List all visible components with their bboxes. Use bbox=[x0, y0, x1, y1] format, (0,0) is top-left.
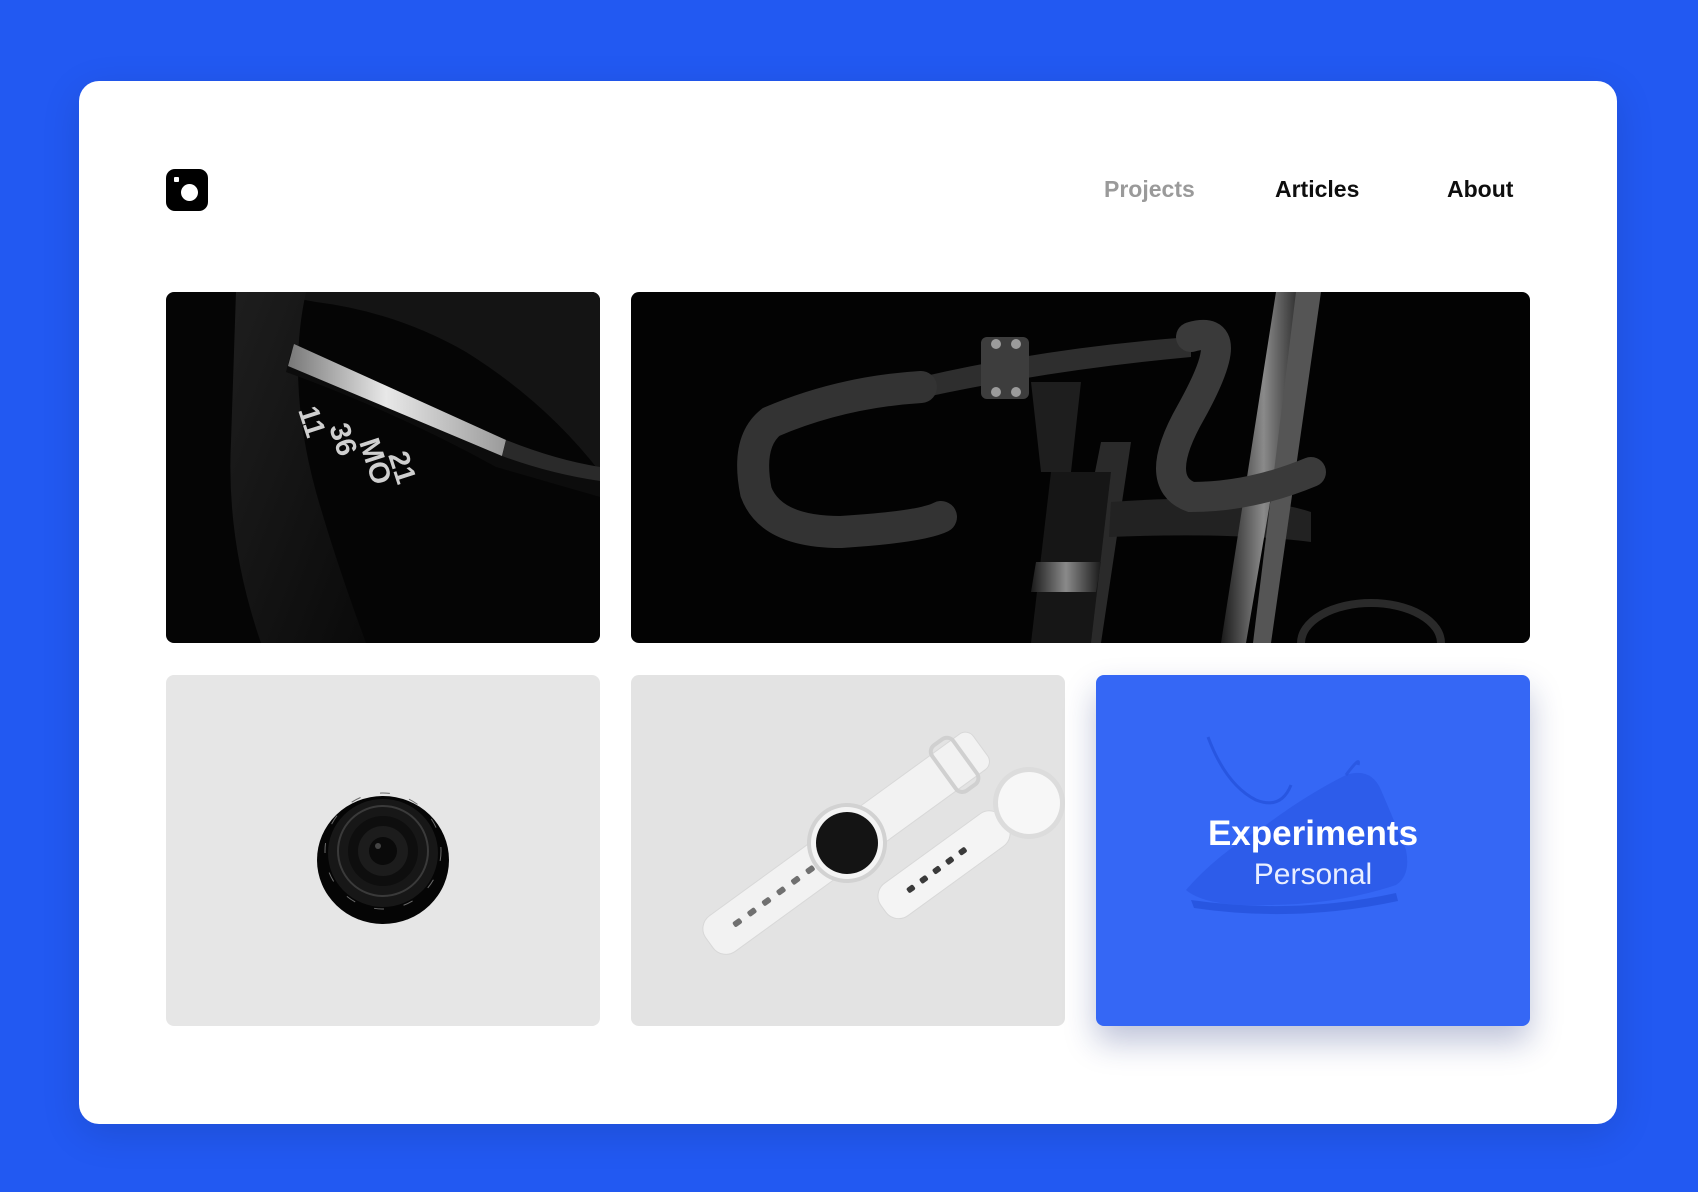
bicycle-handlebar-photo[interactable] bbox=[631, 292, 1530, 643]
experiments-caption: Experiments Personal bbox=[1096, 813, 1530, 895]
portfolio-window: Projects Articles About 11 36 MO 21 Expe… bbox=[79, 81, 1617, 1124]
logo-viewfinder-dot bbox=[174, 177, 179, 182]
camera-lens-photo[interactable] bbox=[166, 675, 600, 1026]
nav-about[interactable]: About bbox=[1447, 176, 1513, 203]
white-watches-photo[interactable] bbox=[631, 675, 1065, 1026]
card-title: Experiments bbox=[1207, 814, 1419, 853]
logo-lens bbox=[181, 184, 198, 201]
nav-projects[interactable]: Projects bbox=[1104, 176, 1195, 203]
nav-articles[interactable]: Articles bbox=[1275, 176, 1359, 203]
card-subtitle: Personal bbox=[1253, 858, 1373, 891]
experiments-card[interactable]: Experiments Personal bbox=[1096, 675, 1530, 1026]
fitness-band-photo[interactable]: 11 36 MO 21 bbox=[166, 292, 600, 643]
camera-icon[interactable] bbox=[166, 169, 208, 211]
